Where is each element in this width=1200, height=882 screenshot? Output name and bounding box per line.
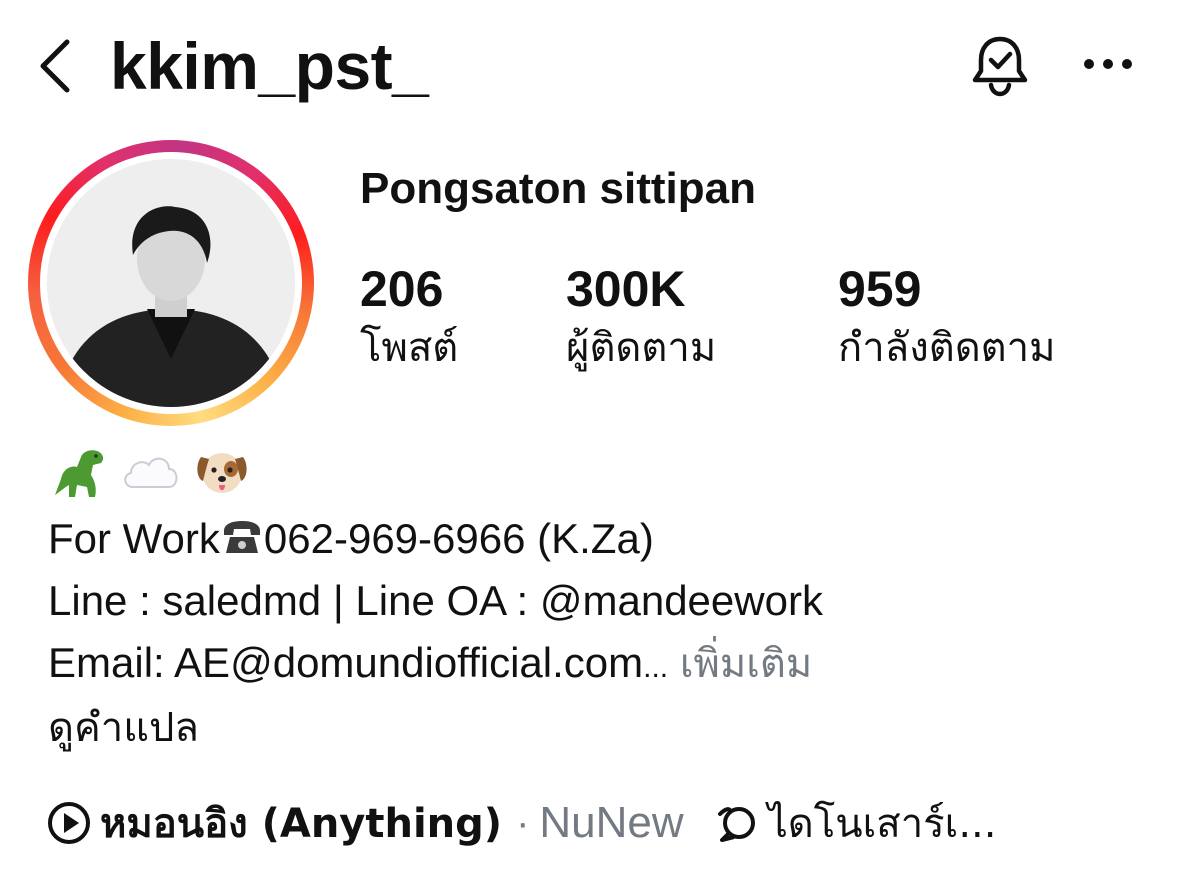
- play-circle-icon[interactable]: [46, 800, 92, 846]
- bio-emoji-row: [46, 444, 254, 500]
- more-options-button[interactable]: [1076, 40, 1140, 88]
- cloud-icon: [118, 444, 182, 500]
- song-title[interactable]: หมอนอิง (Anything): [100, 791, 502, 855]
- back-button[interactable]: [30, 36, 80, 96]
- bio-ellipsis: ...: [643, 651, 669, 684]
- bio-line-contact: Line : saledmd | Line OA : @mandeework: [48, 577, 823, 624]
- music-row: หมอนอิง (Anything) · NuNew ไดโนเสาร์เ...: [46, 790, 1166, 856]
- bio-work-prefix: For Work: [48, 515, 220, 562]
- more-link[interactable]: เพิ่มเติม: [680, 641, 812, 687]
- story-ring[interactable]: [28, 140, 314, 426]
- posts-label: โพสต์: [360, 325, 459, 371]
- song-artist[interactable]: NuNew: [539, 798, 683, 848]
- bio-email: Email: AE@domundiofficial.com: [48, 639, 644, 686]
- bio: For Work 062-969-6966 (K.Za) Line : sale…: [48, 508, 1168, 699]
- top-bar: kkim_pst_: [0, 0, 1200, 130]
- ellipsis-icon: [1084, 59, 1132, 69]
- stat-posts[interactable]: 206 โพสต์: [360, 258, 458, 376]
- notification-bell-icon: [972, 36, 1028, 97]
- stat-following[interactable]: 959 กำลังติดตาม: [838, 258, 1055, 376]
- avatar: [47, 159, 295, 407]
- following-count: 959: [838, 261, 922, 317]
- posts-count: 206: [360, 261, 444, 317]
- threads-link-text[interactable]: ไดโนเสาร์เ...: [768, 791, 997, 855]
- bio-phone-number[interactable]: 062-969-6966 (K.Za): [264, 515, 654, 562]
- followers-label: ผู้ติดตาม: [566, 325, 717, 371]
- following-label: กำลังติดตาม: [838, 325, 1056, 371]
- see-translation-link[interactable]: ดูคำแปล: [48, 698, 199, 758]
- stat-followers[interactable]: 300K ผู้ติดตาม: [566, 258, 716, 376]
- bio-email-line: Email: AE@domundiofficial.com... เพิ่มเต…: [48, 632, 1168, 699]
- bio-work-line: For Work 062-969-6966 (K.Za): [48, 508, 1168, 570]
- profile-username: kkim_pst_: [110, 29, 429, 103]
- telephone-icon: [223, 521, 260, 553]
- dog-face-icon: [190, 444, 254, 500]
- threads-icon[interactable]: [714, 800, 760, 846]
- notification-bell-button[interactable]: [962, 28, 1038, 104]
- display-name: Pongsaton sittipan: [360, 164, 756, 213]
- dinosaur-icon: [46, 444, 110, 500]
- chevron-left-icon: [40, 39, 70, 93]
- followers-count: 300K: [566, 261, 686, 317]
- song-separator: ·: [516, 800, 530, 845]
